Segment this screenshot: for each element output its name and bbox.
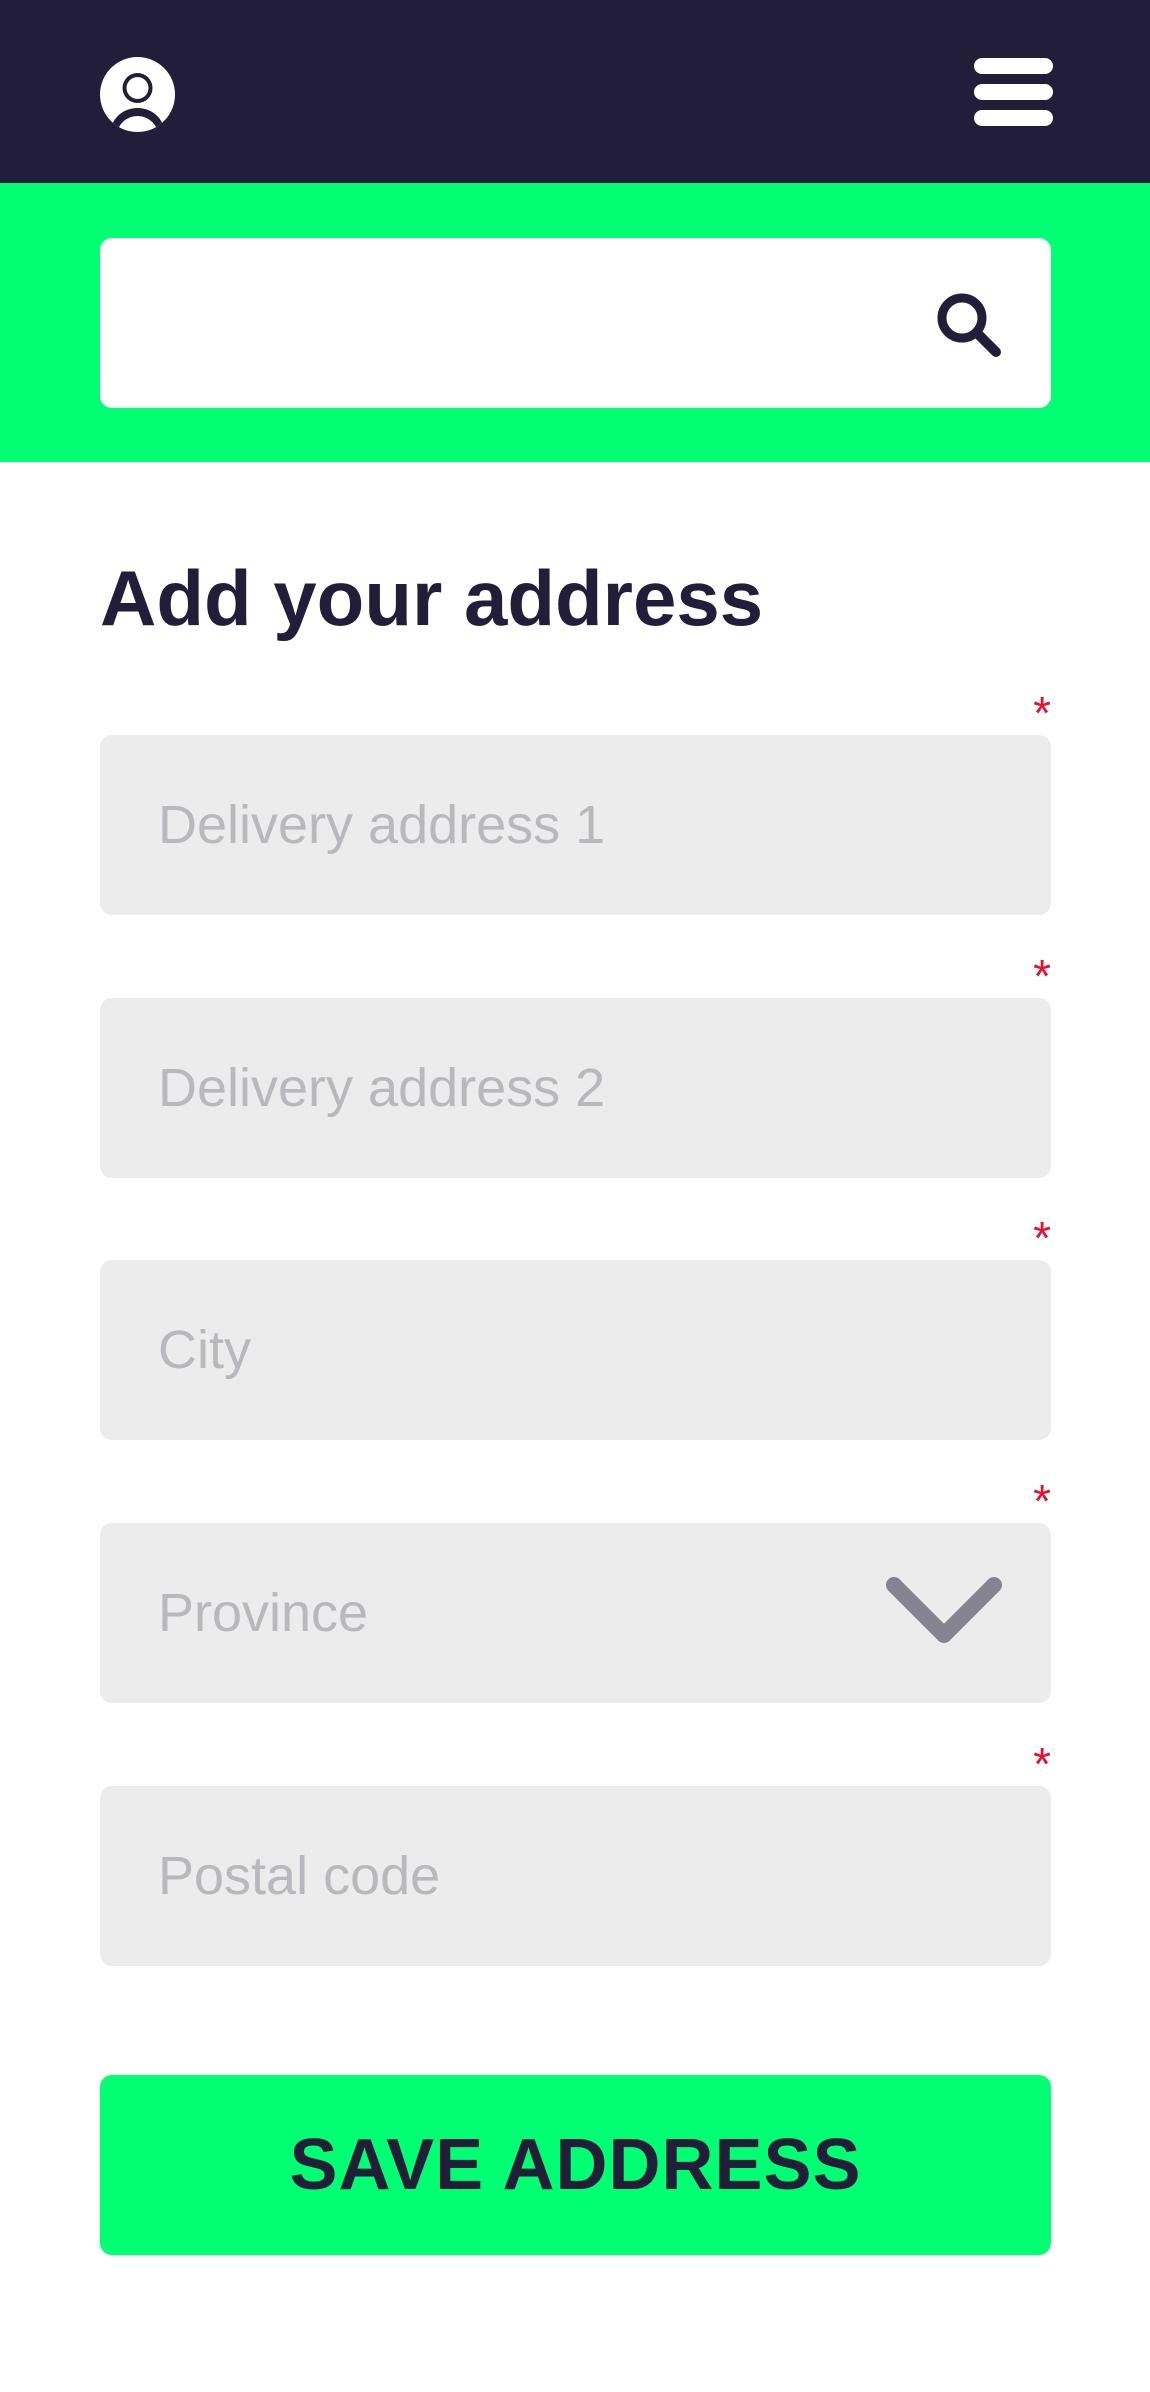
required-marker: * xyxy=(1033,950,1051,1002)
delivery-address-1-field: * xyxy=(100,690,1051,915)
hamburger-menu-icon[interactable] xyxy=(974,56,1053,128)
required-marker: * xyxy=(1033,1212,1051,1264)
required-marker: * xyxy=(1033,1475,1051,1527)
province-select-placeholder: Province xyxy=(158,1583,369,1643)
province-field: * Province xyxy=(100,1478,1051,1703)
user-avatar-icon[interactable] xyxy=(100,57,175,132)
page-title: Add your address xyxy=(100,554,764,642)
search-input[interactable] xyxy=(100,238,920,408)
delivery-address-2-field: * xyxy=(100,953,1051,1178)
required-marker: * xyxy=(1033,1738,1051,1790)
top-bar xyxy=(0,0,1150,183)
delivery-address-2-input[interactable] xyxy=(100,998,1051,1178)
province-select[interactable]: Province xyxy=(100,1523,1051,1703)
city-field: * xyxy=(100,1215,1051,1440)
delivery-address-1-input[interactable] xyxy=(100,735,1051,915)
search-icon[interactable] xyxy=(934,290,1004,360)
postal-code-field: * xyxy=(100,1741,1051,1966)
save-address-button[interactable]: SAVE ADDRESS xyxy=(100,2075,1051,2255)
required-marker: * xyxy=(1033,687,1051,739)
chevron-down-icon xyxy=(886,1577,1002,1643)
postal-code-input[interactable] xyxy=(100,1786,1051,1966)
search-box xyxy=(100,238,1051,408)
search-band xyxy=(0,183,1150,462)
city-input[interactable] xyxy=(100,1260,1051,1440)
